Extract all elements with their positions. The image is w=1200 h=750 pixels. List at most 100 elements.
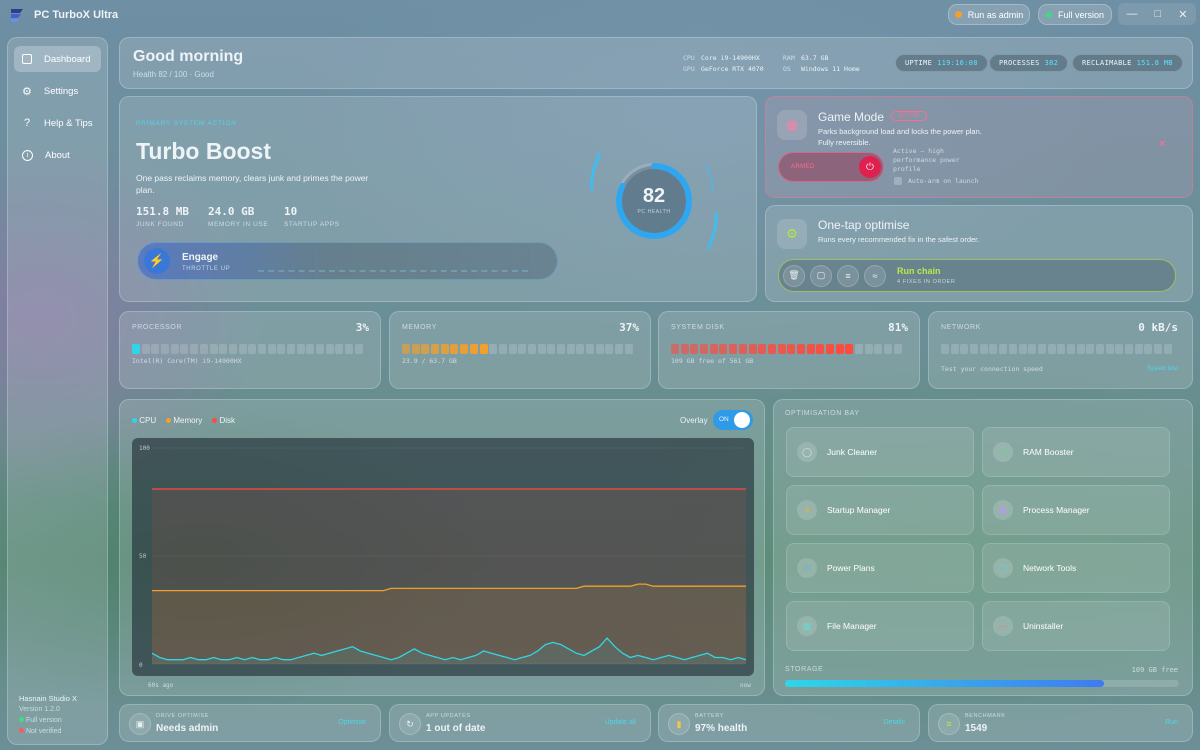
meter-segment [595, 344, 604, 354]
meter-segment [1144, 344, 1153, 354]
meter-segment [884, 344, 893, 354]
performance-chart-panel: CPU Memory Disk Overlay ON 100 50 0 60s … [119, 399, 765, 696]
meter-segment [1086, 344, 1095, 354]
meter-segment [354, 344, 363, 354]
ram-booster-button[interactable]: ◯ RAM Booster [982, 427, 1170, 477]
processor-meter: PROCESSOR 3% Intel(R) Core(TM) i9-14900H… [119, 311, 381, 389]
meter-segment [170, 344, 179, 354]
meter-segment [557, 344, 565, 354]
meter-segment [238, 344, 247, 354]
reclaimable-badge: RECLAIMABLE 151.8 MB [1072, 54, 1183, 72]
legend-disk: Disk [212, 416, 235, 425]
uninstaller-button[interactable]: — Uninstaller [982, 601, 1170, 651]
meter-segment [440, 344, 449, 354]
gamepad-icon: ▦ [777, 110, 807, 140]
game-mode-close-icon[interactable]: ✕ [1158, 139, 1166, 150]
update-all-link[interactable]: Update all [604, 719, 636, 726]
run-as-admin-button[interactable]: Run as admin [948, 4, 1030, 25]
sidebar-item-settings[interactable]: ⚙ Settings [14, 78, 101, 104]
optimisation-bay: OPTIMISATION BAY ◯ Junk Cleaner ◯ RAM Boos… [773, 399, 1193, 696]
meter-segment [738, 344, 747, 354]
health-score-label: PC HEALTH [637, 209, 671, 215]
maximize-icon[interactable]: □ [1155, 8, 1162, 20]
meter-segment [287, 344, 295, 354]
network-tools-button[interactable]: ◯ Network Tools [982, 543, 1170, 593]
x-label-start: 60s ago [148, 682, 174, 689]
sidebar-item-dashboard[interactable]: Dashboard [14, 46, 101, 72]
meter-segment [1028, 344, 1037, 354]
meter-segment [228, 344, 237, 354]
armed-toggle[interactable]: ARMED ⏻ [778, 152, 884, 182]
sidebar-item-about[interactable]: i About [14, 142, 101, 168]
game-mode-badge: ACTIVE [891, 111, 927, 121]
meter-segment [979, 344, 988, 354]
meter-segment [450, 344, 459, 354]
game-mode-description: Parks background load and locks the powe… [818, 127, 982, 147]
full-version-button[interactable]: Full version [1038, 4, 1112, 25]
meter-segment [267, 344, 276, 354]
meter-segment [1018, 344, 1027, 354]
meter-segment [508, 344, 517, 354]
meter-segment [257, 344, 266, 354]
sidebar-item-help[interactable]: ? Help & Tips [14, 110, 101, 136]
memory-icon: ◯ [993, 442, 1013, 462]
file-manager-button[interactable]: ▦ File Manager [786, 601, 974, 651]
meter-segment [1115, 344, 1124, 354]
junk-cleaner-button[interactable]: ◯ Junk Cleaner [786, 427, 974, 477]
power-plans-button[interactable]: ⏻ Power Plans [786, 543, 974, 593]
meter-segment [845, 344, 854, 354]
optimise-description: Runs every recommended fix in the safest… [818, 235, 980, 244]
storage-free: 109 GB free [1131, 666, 1178, 674]
startup-manager-button[interactable]: ≡ Startup Manager [786, 485, 974, 535]
battery-card: ▮ BATTERY 97% health Details [658, 704, 920, 742]
details-link[interactable]: Details [884, 719, 905, 726]
speed-test-link[interactable]: Speed test [1147, 365, 1178, 372]
process-manager-button[interactable]: ▦ Process Manager [982, 485, 1170, 535]
auto-arm-checkbox[interactable]: Auto-arm on launch [894, 177, 978, 185]
boost-title: Turbo Boost [136, 138, 271, 164]
memory-meter: MEMORY 37% 23.9 / 63.7 GB [389, 311, 651, 389]
uninstall-icon: — [993, 616, 1013, 636]
meter-segment [277, 344, 286, 354]
meter-segment [431, 344, 440, 354]
meter-segment [767, 344, 776, 354]
meter-segment [950, 344, 959, 354]
boost-eyebrow: PRIMARY SYSTEM ACTION [136, 120, 237, 127]
close-icon[interactable]: ✕ [1178, 8, 1187, 21]
app-title: PC TurboX Ultra [34, 9, 119, 21]
header-panel: Good morning Health 82 / 100 · Good CPU C… [119, 37, 1193, 89]
run-benchmark-link[interactable]: Run [1165, 719, 1178, 726]
meter-segment [190, 344, 199, 354]
minimize-icon[interactable]: — [1127, 8, 1138, 20]
meter-segment [605, 344, 614, 354]
stat-junk: 151.8 MB JUNK FOUND [136, 205, 189, 228]
meter-segment [941, 344, 949, 354]
meter-segment [345, 344, 354, 354]
meter-segment [1057, 344, 1066, 354]
meter-segment [576, 344, 585, 354]
update-icon: ↻ [399, 713, 421, 735]
system-disk-meter: SYSTEM DISK 81% 109 GB free of 561 GB [658, 311, 920, 389]
meter-segment [469, 344, 478, 354]
y-tick-50: 50 [139, 553, 147, 560]
overlay-toggle[interactable]: ON [713, 410, 753, 430]
meter-segment [816, 344, 825, 354]
run-chain-button[interactable]: 🗑 ▢ ≡ ≈ Run chain 4 FIXES IN ORDER [778, 259, 1176, 292]
benchmark-card: ≡ BENCHMARK 1549 Run [928, 704, 1193, 742]
app-logo [9, 6, 27, 24]
meter-segment [777, 344, 786, 354]
meter-segment [758, 344, 767, 354]
storage-label: STORAGE [785, 666, 824, 673]
legend-memory: Memory [166, 416, 202, 425]
verified-status: Not verified [19, 726, 77, 737]
health-score: 82 [642, 185, 666, 207]
engage-button[interactable]: ⚡ Engage THROTTLE UP [137, 242, 558, 280]
y-tick-0: 0 [139, 662, 143, 669]
studio-name: Hasnain Studio X [19, 694, 77, 703]
meter-segment [547, 344, 556, 354]
info-icon: i [22, 149, 33, 161]
meter-segment [316, 344, 325, 354]
optimise-link[interactable]: Optimise [338, 719, 366, 726]
globe-icon: ◯ [993, 558, 1013, 578]
game-mode-panel: ▦ Game Mode ACTIVE Parks background load… [765, 96, 1193, 198]
